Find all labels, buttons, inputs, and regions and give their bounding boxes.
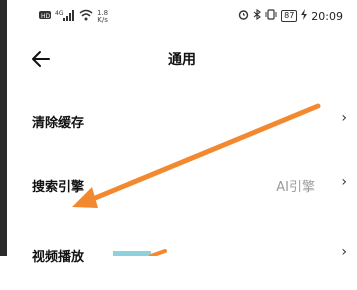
cell-signal-icon: 4G	[55, 9, 75, 24]
page-title: 通用	[168, 52, 196, 68]
alarm-icon	[238, 9, 249, 23]
setting-label: 清除缓存	[32, 116, 85, 131]
left-frame-edge	[0, 0, 7, 256]
net-speed: 1.8 K/s	[97, 9, 108, 24]
hd-icon: HD	[39, 10, 51, 23]
app-bar: 通用	[7, 34, 357, 84]
net-type-text: 4G	[55, 10, 64, 17]
net-speed-unit: K/s	[97, 15, 108, 24]
charging-icon	[301, 9, 308, 23]
chevron-right-icon: ›	[341, 244, 347, 260]
clock: 20:09	[311, 9, 343, 23]
vibrate-icon	[265, 9, 277, 23]
chevron-right-icon: ›	[341, 174, 347, 190]
setting-label: 搜索引擎	[32, 180, 85, 195]
wifi-icon	[79, 9, 93, 24]
bluetooth-icon	[253, 8, 262, 23]
overlay-block	[113, 251, 151, 256]
setting-clear-cache[interactable]: 清除缓存 ›	[7, 90, 357, 156]
battery-indicator: 87	[281, 10, 298, 22]
setting-search-engine[interactable]: 搜索引擎 AI引擎 ›	[7, 154, 357, 220]
setting-video-playback[interactable]: 视频播放 ›	[7, 224, 357, 290]
chevron-right-icon: ›	[341, 110, 347, 126]
status-right: 87 20:09	[238, 8, 343, 23]
setting-value: AI引擎	[276, 180, 315, 195]
status-left: HD 4G 1.8 K/s	[39, 9, 108, 24]
svg-text:HD: HD	[41, 13, 51, 20]
status-bar: HD 4G 1.8 K/s 87 20:09	[7, 0, 357, 34]
